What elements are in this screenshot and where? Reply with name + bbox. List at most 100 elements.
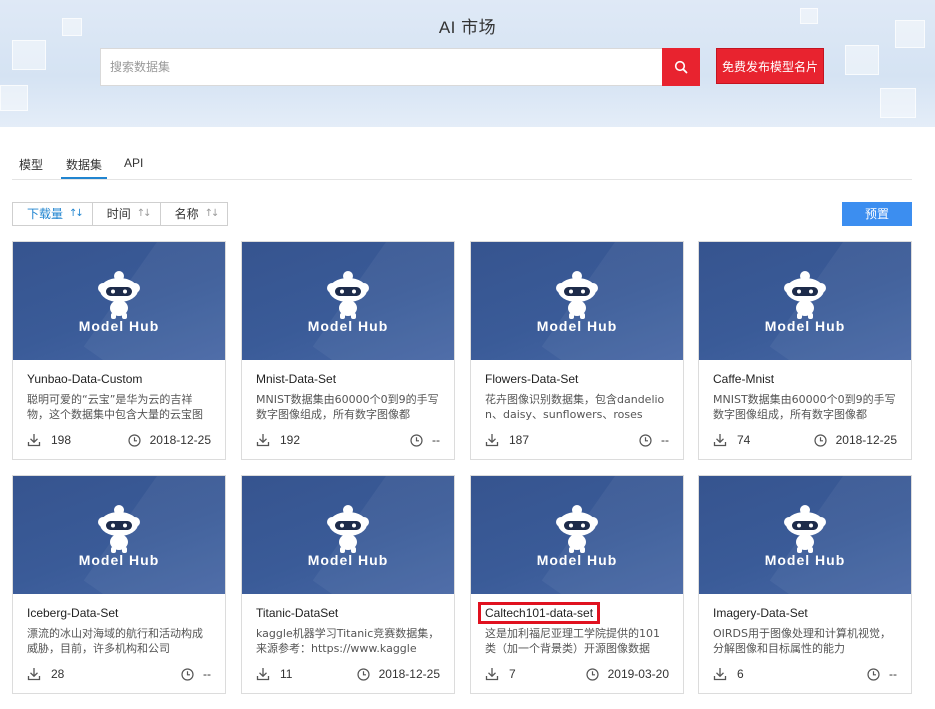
dataset-title[interactable]: Iceberg-Data-Set — [27, 606, 118, 620]
dataset-card[interactable]: Model Hub Caltech101-data-set 这是加利福尼亚理工学… — [470, 475, 684, 694]
dataset-description: MNIST数据集由60000个0到9的手写数字图像组成，所有数字图像都 — [256, 393, 439, 420]
sort-by-time-button[interactable]: 时间 ↑↓ — [92, 203, 161, 225]
dataset-thumbnail: Model Hub — [471, 242, 683, 360]
sort-by-name-button[interactable]: 名称 ↑↓ — [160, 203, 228, 225]
sort-icon: ↑↓ — [136, 208, 152, 219]
publish-model-card-button[interactable]: 免费发布模型名片 — [716, 48, 824, 84]
dataset-date: -- — [432, 433, 440, 447]
robot-logo-icon — [556, 505, 598, 553]
dataset-thumbnail: Model Hub — [242, 476, 454, 594]
dataset-description: kaggle机器学习Titanic竞赛数据集，来源参考：https://www.… — [256, 627, 440, 654]
dataset-date: 2018-12-25 — [835, 433, 897, 447]
header-banner: AI 市场 搜索数据集 免费发布模型名片 — [0, 0, 935, 127]
dataset-description: 漂流的冰山对海域的航行和活动构成威胁，目前，许多机构和公司 — [27, 627, 203, 654]
sort-label: 时间 — [106, 207, 131, 221]
card-footer: 7 2019-03-20 — [485, 666, 669, 682]
download-icon — [27, 434, 41, 447]
dataset-card[interactable]: Model Hub Mnist-Data-Set MNIST数据集由60000个… — [241, 241, 455, 460]
download-count: 187 — [509, 433, 530, 447]
clock-icon — [410, 433, 423, 447]
clock-icon — [814, 433, 827, 447]
dataset-card[interactable]: Model Hub Iceberg-Data-Set 漂流的冰山对海域的航行和活… — [12, 475, 226, 694]
card-footer: 198 2018-12-25 — [27, 432, 211, 448]
dataset-description: 这是加利福尼亚理工学院提供的101类（加一个背景类）开源图像数据 — [485, 627, 660, 654]
preset-button[interactable]: 预置 — [842, 202, 912, 226]
dataset-thumbnail: Model Hub — [471, 476, 683, 594]
download-count: 6 — [737, 667, 744, 681]
brand-label: Model Hub — [78, 318, 160, 334]
dataset-title[interactable]: Caltech101-data-set — [477, 602, 601, 624]
dataset-thumbnail: Model Hub — [13, 242, 225, 360]
dataset-title[interactable]: Titanic-DataSet — [256, 606, 338, 620]
dataset-date: 2019-03-20 — [607, 667, 669, 681]
download-icon — [256, 434, 270, 447]
card-footer: 74 2018-12-25 — [713, 432, 897, 448]
sort-icon: ↑↓ — [69, 208, 84, 219]
clock-icon — [357, 667, 370, 681]
brand-label: Model Hub — [536, 318, 618, 334]
dataset-title[interactable]: Mnist-Data-Set — [256, 372, 336, 386]
dataset-card[interactable]: Model Hub Caffe-Mnist MNIST数据集由60000个0到9… — [698, 241, 912, 460]
dataset-card[interactable]: Model Hub Titanic-DataSet kaggle机器学习Tita… — [241, 475, 455, 694]
dataset-card[interactable]: Model Hub Imagery-Data-Set OIRDS用于图像处理和计… — [698, 475, 912, 694]
dataset-title[interactable]: Yunbao-Data-Custom — [27, 372, 142, 386]
dataset-date: -- — [889, 667, 897, 681]
dataset-card[interactable]: Model Hub Flowers-Data-Set 花卉图像识别数据集，包含d… — [470, 241, 684, 460]
download-count: 28 — [51, 667, 65, 681]
sort-icon: ↑↓ — [204, 208, 220, 219]
download-icon — [485, 434, 499, 447]
decor-cube — [12, 40, 46, 70]
clock-icon — [867, 667, 880, 681]
card-footer: 192 -- — [256, 432, 440, 448]
clock-icon — [586, 667, 599, 681]
dataset-title[interactable]: Caffe-Mnist — [713, 372, 774, 386]
brand-label: Model Hub — [78, 552, 160, 568]
clock-icon — [128, 433, 141, 447]
decor-cube — [0, 85, 28, 111]
dataset-card[interactable]: Model Hub Yunbao-Data-Custom 聪明可爱的“云宝”是华… — [12, 241, 226, 460]
dataset-title[interactable]: Flowers-Data-Set — [485, 372, 578, 386]
sort-label: 下载量 — [27, 207, 64, 221]
brand-label: Model Hub — [307, 552, 389, 568]
dataset-thumbnail: Model Hub — [699, 476, 911, 594]
search-button[interactable] — [662, 48, 700, 86]
card-footer: 6 -- — [713, 666, 897, 682]
download-count: 198 — [51, 433, 72, 447]
tab-api[interactable]: API — [124, 156, 143, 179]
sort-by-downloads-button[interactable]: 下载量 ↑↓ — [13, 203, 93, 225]
brand-label: Model Hub — [764, 552, 846, 568]
download-icon — [485, 668, 499, 681]
dataset-thumbnail: Model Hub — [13, 476, 225, 594]
download-icon — [27, 668, 41, 681]
download-icon — [256, 668, 270, 681]
dataset-date: -- — [661, 433, 669, 447]
dataset-description: 花卉图像识别数据集，包含dandelion、daisy、sunflowers、r… — [485, 393, 665, 420]
dataset-thumbnail: Model Hub — [699, 242, 911, 360]
sort-label: 名称 — [174, 207, 199, 221]
robot-logo-icon — [784, 271, 826, 319]
download-count: 7 — [509, 667, 516, 681]
dataset-date: -- — [203, 667, 211, 681]
card-footer: 28 -- — [27, 666, 211, 682]
clock-icon — [639, 433, 652, 447]
robot-logo-icon — [98, 271, 140, 319]
tab-datasets[interactable]: 数据集 — [61, 156, 108, 179]
decor-cube — [845, 45, 879, 75]
robot-logo-icon — [327, 271, 369, 319]
robot-logo-icon — [327, 505, 369, 553]
dataset-title[interactable]: Imagery-Data-Set — [713, 606, 808, 620]
brand-label: Model Hub — [764, 318, 846, 334]
page-title: AI 市场 — [438, 18, 497, 37]
sort-group: 下载量 ↑↓ 时间 ↑↓ 名称 ↑↓ — [12, 202, 229, 226]
download-icon — [713, 668, 727, 681]
dataset-date: 2018-12-25 — [378, 667, 440, 681]
dataset-description: OIRDS用于图像处理和计算机视觉，分解图像和目标属性的能力 — [713, 627, 891, 654]
search-input[interactable]: 搜索数据集 — [100, 48, 662, 86]
brand-label: Model Hub — [307, 318, 389, 334]
dataset-date: 2018-12-25 — [149, 433, 211, 447]
robot-logo-icon — [98, 505, 140, 553]
search-icon — [674, 60, 688, 74]
tab-models[interactable]: 模型 — [19, 156, 43, 179]
dataset-thumbnail: Model Hub — [242, 242, 454, 360]
decor-cube — [880, 88, 916, 118]
